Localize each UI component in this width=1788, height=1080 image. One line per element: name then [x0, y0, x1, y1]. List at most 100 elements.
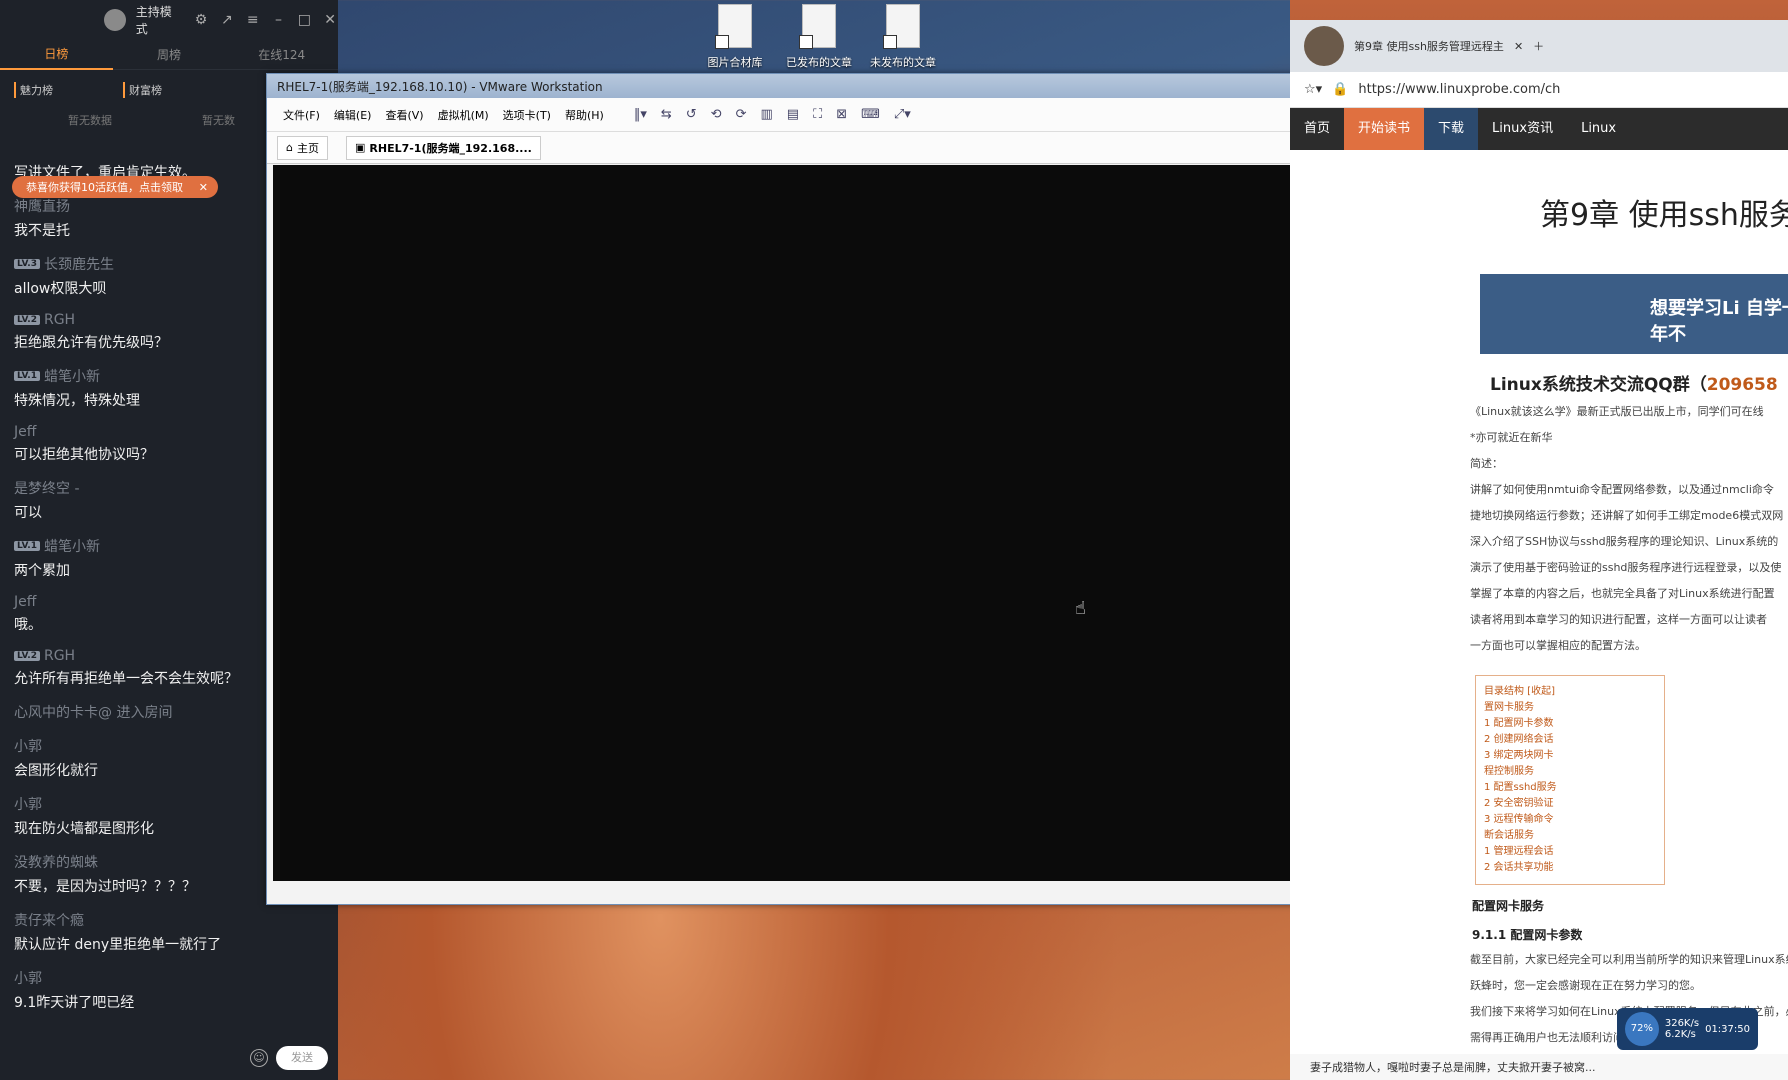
message-user[interactable]: 责仔来个瘾 — [14, 910, 264, 930]
menu-icon[interactable]: ≡ — [245, 12, 261, 28]
browser-tab[interactable]: 第9章 使用ssh服务管理远程主 — [1354, 38, 1504, 54]
tab-home[interactable]: ⌂ 主页 — [277, 135, 328, 160]
unity-icon[interactable]: ⊠ — [836, 107, 847, 122]
reward-toast[interactable]: 恭喜你获得10活跃值，点击领取 ✕ — [12, 176, 218, 198]
message-user[interactable]: 是梦终空 - — [14, 478, 264, 498]
toc-item[interactable]: 3 绑定两块网卡 — [1484, 748, 1656, 764]
revert-snapshot-icon[interactable]: ⟲ — [711, 107, 722, 122]
tab-label: 主页 — [296, 141, 319, 155]
menu-view[interactable]: 查看(V) — [385, 107, 423, 123]
bookmark-star-icon[interactable]: ☆▾ — [1304, 82, 1322, 97]
message-text: 特殊情况，特殊处理 — [14, 393, 140, 409]
message-user[interactable]: LV.2 RGH — [14, 312, 264, 328]
toc-item[interactable]: 2 创建网络会话 — [1484, 732, 1656, 748]
menu-file[interactable]: 文件(F) — [283, 107, 320, 123]
send-button[interactable]: 发送 — [276, 1046, 328, 1070]
close-icon[interactable]: ✕ — [322, 12, 338, 28]
thumbnail-icon[interactable]: ▤ — [787, 107, 799, 122]
fullscreen-icon[interactable]: ⛶ — [813, 107, 822, 122]
pause-icon[interactable]: ‖▾ — [634, 107, 647, 122]
chat-header: 主持模式 ⚙ ↗ ≡ – □ ✕ — [0, 0, 338, 40]
message-user[interactable]: LV.1 蜡笔小新 — [14, 366, 264, 386]
message-username: 小郭 — [14, 797, 42, 813]
toc-item[interactable]: 1 配置网卡参数 — [1484, 716, 1656, 732]
menu-edit[interactable]: 编辑(E) — [334, 107, 372, 123]
url-field[interactable]: https://www.linuxprobe.com/ch — [1358, 82, 1560, 97]
toc-title[interactable]: 目录结构 [收起] — [1484, 684, 1656, 700]
minimize-icon[interactable]: – — [271, 12, 287, 28]
stretch-icon[interactable]: ⤢▾ — [894, 107, 911, 122]
chat-message: 责仔来个瘾 默认应许 deny里拒绝单一就行了 — [14, 910, 264, 954]
toc-item[interactable]: 置网卡服务 — [1484, 700, 1656, 716]
message-username: 蜡笔小新 — [43, 369, 100, 385]
settings-icon[interactable]: ⚙ — [193, 12, 209, 28]
share-icon[interactable]: ↗ — [219, 12, 235, 28]
tab-weekly[interactable]: 周榜 — [113, 40, 226, 69]
snapshot-icon[interactable]: ↺ — [686, 107, 697, 122]
nodata-text: 暂无数据 — [68, 114, 112, 127]
desktop-icon-label: 已发布的文章 — [786, 56, 852, 69]
nav-linux[interactable]: Linux — [1567, 108, 1630, 150]
message-user[interactable]: LV.2 RGH — [14, 648, 264, 664]
sidebar-toggle-icon[interactable]: ▥ — [760, 107, 772, 122]
network-speed-widget[interactable]: 72% 326K/s 6.2K/s 01:37:50 — [1616, 1008, 1758, 1050]
level-badge: LV.1 — [14, 541, 40, 551]
folder-icon — [883, 4, 920, 49]
maximize-icon[interactable]: □ — [296, 12, 312, 28]
nodata-text: 暂无数 — [202, 114, 235, 127]
snapshot-manager-icon[interactable]: ⟳ — [736, 107, 747, 122]
tab-daily[interactable]: 日榜 — [0, 39, 113, 70]
console-icon[interactable]: ⌨ — [861, 107, 880, 122]
message-user[interactable]: 小郭 — [14, 968, 264, 988]
menu-help[interactable]: 帮助(H) — [565, 107, 604, 123]
chat-message: LV.1 蜡笔小新 两个累加 — [14, 536, 264, 580]
tab-label: RHEL7-1(服务端_192.168.... — [369, 141, 532, 155]
nav-home[interactable]: 首页 — [1290, 108, 1344, 150]
nav-download[interactable]: 下载 — [1424, 108, 1479, 150]
message-username: 长颈鹿先生 — [43, 257, 114, 273]
message-user[interactable]: Jeff — [14, 594, 264, 610]
new-tab-icon[interactable]: ＋ — [1533, 38, 1544, 54]
window-titlebar[interactable]: RHEL7-1(服务端_192.168.10.10) - VMware Work… — [267, 74, 1469, 98]
menu-vm[interactable]: 虚拟机(M) — [438, 107, 489, 123]
chat-message: 没教养的蜘蛛 不要，是因为过时吗？？？？ — [14, 852, 264, 896]
desktop-icon-unpublished[interactable]: 未发布的文章 — [868, 4, 938, 70]
tab-online[interactable]: 在线124 — [225, 40, 338, 69]
toc-item[interactable]: 2 会话共享功能 — [1484, 860, 1656, 876]
toc-item[interactable]: 1 管理远程会话 — [1484, 844, 1656, 860]
tab-vm[interactable]: ▣ RHEL7-1(服务端_192.168.... — [345, 135, 541, 160]
avatar — [1304, 26, 1344, 66]
message-text: 哦。 — [14, 617, 42, 633]
avatar[interactable] — [104, 9, 126, 31]
message-user[interactable]: 小郭 — [14, 736, 264, 756]
toc-item[interactable]: 3 远程传输命令 — [1484, 812, 1656, 828]
desktop-icon-materials[interactable]: 图片合材库 — [700, 4, 770, 70]
article-paragraph: 一方面也可以掌握相应的配置方法。 — [1470, 639, 1646, 652]
vm-icon: ▣ — [354, 141, 366, 154]
toc-item[interactable]: 1 配置sshd服务 — [1484, 780, 1656, 796]
close-icon[interactable]: ✕ — [199, 181, 208, 194]
message-username: 小郭 — [14, 739, 42, 755]
toc-item[interactable]: 断会话服务 — [1484, 828, 1656, 844]
nav-linux-news[interactable]: Linux资讯 — [1478, 108, 1567, 150]
nav-start-reading[interactable]: 开始读书 — [1344, 108, 1425, 150]
article-paragraph: 《Linux就该这么学》最新正式版已出版上市，同学们可在线 — [1470, 405, 1764, 418]
toc-item[interactable]: 程控制服务 — [1484, 764, 1656, 780]
message-user[interactable]: Jeff — [14, 424, 264, 440]
promo-banner[interactable]: 想要学习Li 自学一年不 — [1480, 274, 1788, 354]
message-user[interactable]: LV.3 长颈鹿先生 — [14, 254, 264, 274]
message-user[interactable]: LV.1 蜡笔小新 — [14, 536, 264, 556]
chat-message: LV.3 长颈鹿先生 allow权限大呗 — [14, 254, 264, 298]
message-user[interactable]: 小郭 — [14, 794, 264, 814]
send-keys-icon[interactable]: ⇆ — [661, 107, 672, 122]
emoji-icon[interactable]: ☺ — [250, 1049, 268, 1067]
ranking-tabs: 日榜 周榜 在线124 — [0, 40, 338, 70]
close-tab-icon[interactable]: ✕ — [1514, 40, 1523, 53]
desktop-icon-published[interactable]: 已发布的文章 — [784, 4, 854, 70]
toc-item[interactable]: 2 安全密钥验证 — [1484, 796, 1656, 812]
message-user[interactable]: 神鹰直扬 — [14, 196, 264, 216]
message-user[interactable]: 没教养的蜘蛛 — [14, 852, 264, 872]
news-ticker[interactable]: 妻子成猎物人，嘎啦时妻子总是闹脾，丈夫掀开妻子被窝... — [1290, 1054, 1788, 1080]
vm-console-screen[interactable]: ☝ — [273, 165, 1463, 881]
menu-tabs[interactable]: 选项卡(T) — [503, 107, 551, 123]
